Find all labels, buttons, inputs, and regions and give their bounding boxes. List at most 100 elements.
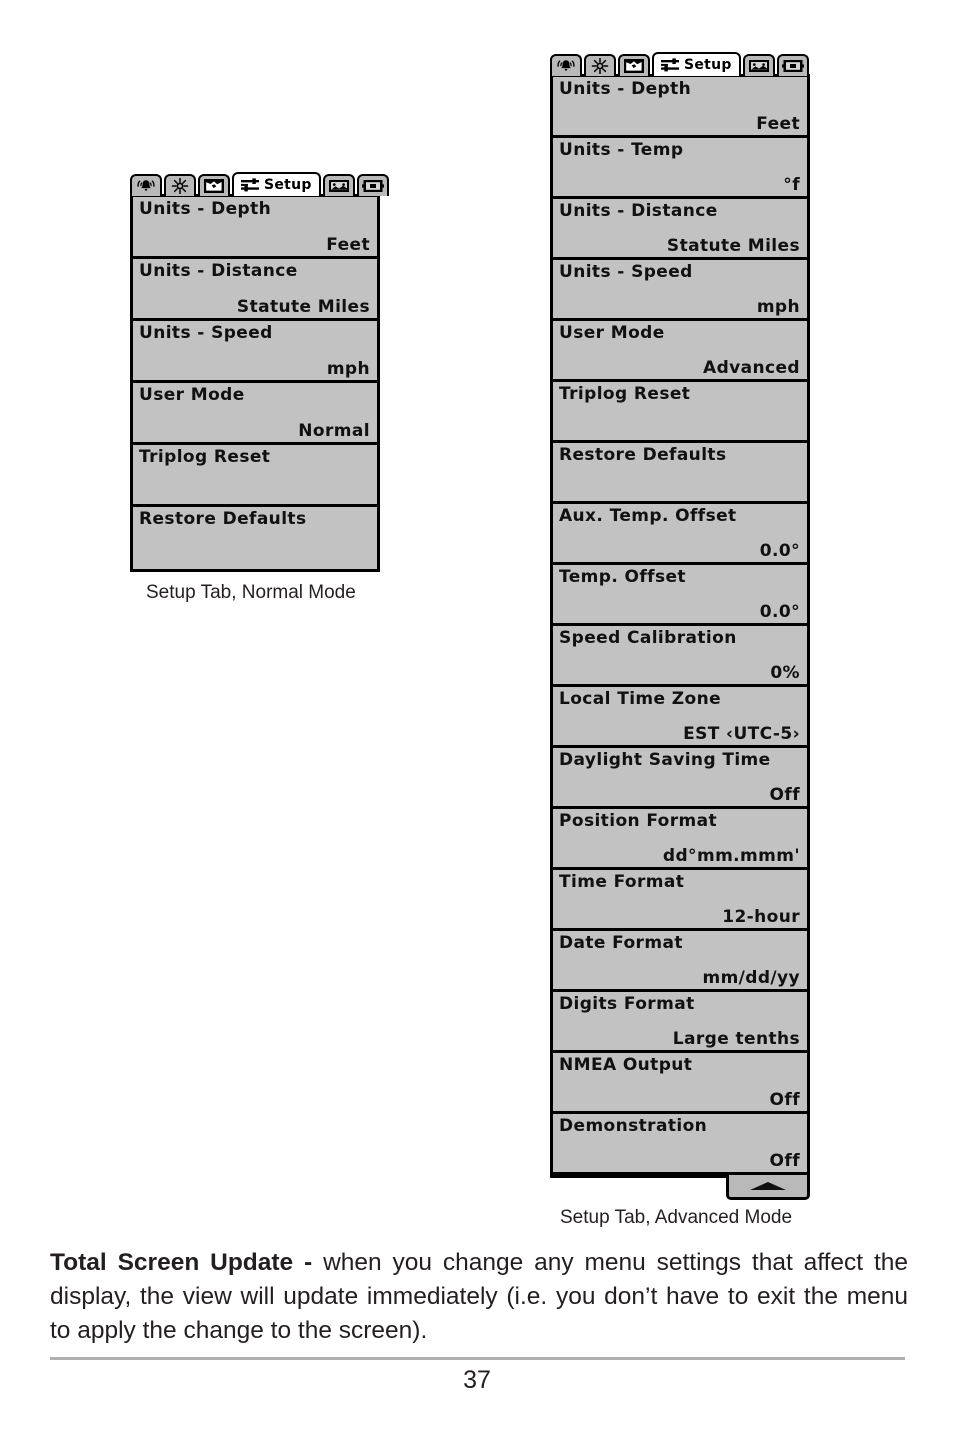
menu-row[interactable]: Date Format mm/dd/yy (553, 931, 807, 992)
tab-setup-sliders[interactable]: Setup (232, 172, 321, 196)
page-number: 37 (463, 1366, 491, 1394)
menu-screen-normal: Units - Depth Feet Units - Distance Statute… (130, 194, 380, 572)
tab-alarm-bell[interactable] (130, 174, 162, 196)
body-paragraph: Total Screen Update - when you change an… (50, 1246, 908, 1348)
menu-row-label: Restore Defaults (559, 445, 727, 465)
menu-row-value: Feet (326, 235, 370, 256)
menu-row[interactable]: Time Format 12-hour (553, 870, 807, 931)
menu-row-value: 12-hour (722, 907, 800, 928)
menu-row-value: Statute Miles (666, 236, 800, 257)
menu-row[interactable]: Units - Temp °f (553, 138, 807, 199)
menu-row[interactable]: NMEA Output Off (553, 1053, 807, 1114)
tab-alarm-bell[interactable] (550, 54, 582, 76)
menu-row[interactable]: Units - Distance Statute Miles (133, 259, 377, 321)
menu-row[interactable]: Units - Distance Statute Miles (553, 199, 807, 260)
menu-row-value: °f (783, 175, 800, 196)
menu-row-value: mph (756, 297, 800, 318)
menu-row-value: Normal (298, 421, 370, 442)
menu-row-label: Units - Depth (559, 79, 692, 99)
navigation-map-icon (623, 58, 645, 74)
menu-row-label: Demonstration (559, 1116, 708, 1136)
scroll-up-arrow-icon[interactable] (726, 1175, 810, 1200)
menu-row[interactable]: Position Format dd°mm.mmm' (553, 809, 807, 870)
menu-row-value: dd°mm.mmm' (662, 846, 800, 867)
menu-row-label: Units - Speed (139, 323, 273, 343)
accessories-box-icon (781, 58, 804, 74)
menu-row-label: User Mode (139, 385, 245, 405)
tab-views-chart[interactable] (322, 174, 355, 196)
menu-row-value: 0.0° (759, 602, 800, 623)
menu-row-label: Date Format (559, 933, 683, 953)
menu-screen-advanced: Units - Depth Feet Units - Temp °f Units - D… (550, 74, 810, 1200)
menu-row[interactable]: Temp. Offset 0.0° (553, 565, 807, 626)
menu-row-label: Digits Format (559, 994, 695, 1014)
menu-row-label: NMEA Output (559, 1055, 693, 1075)
menu-row-value: Off (769, 1151, 800, 1172)
menu-row[interactable]: Units - Speed mph (553, 260, 807, 321)
views-chart-icon (748, 58, 770, 74)
menu-row[interactable]: Daylight Saving Time Off (553, 748, 807, 809)
menu-row-label: Units - Speed (559, 262, 693, 282)
menu-row[interactable]: Triplog Reset (133, 445, 377, 507)
tab-navigation-map[interactable] (198, 174, 230, 196)
menu-row-label: Triplog Reset (139, 447, 271, 467)
menu-row[interactable]: Units - Depth Feet (553, 77, 807, 138)
alarm-bell-icon (135, 178, 157, 194)
menu-row-label: Local Time Zone (559, 689, 722, 709)
accessories-box-icon (361, 178, 384, 194)
menu-row[interactable]: User Mode Normal (133, 383, 377, 445)
menu-row-value: Advanced (703, 358, 800, 379)
menu-row-value: Off (769, 1090, 800, 1111)
tab-sonar-starburst[interactable] (584, 54, 616, 76)
caption-advanced-mode: Setup Tab, Advanced Mode (560, 1207, 793, 1228)
tab-accessories-box[interactable] (356, 174, 389, 196)
body-lead-in: Total Screen Update - (50, 1249, 324, 1276)
menu-row[interactable]: Digits Format Large tenths (553, 992, 807, 1053)
menu-row[interactable]: User Mode Advanced (553, 321, 807, 382)
menu-row[interactable]: Units - Depth Feet (133, 197, 377, 259)
menu-row-label: Time Format (559, 872, 685, 892)
menu-row-label: Units - Distance (559, 201, 718, 221)
tab-setup-sliders[interactable]: Setup (652, 52, 741, 76)
menu-row-label: Units - Distance (139, 261, 298, 281)
menu-row[interactable]: Restore Defaults (553, 443, 807, 504)
menu-row[interactable]: Units - Speed mph (133, 321, 377, 383)
sonar-starburst-icon (169, 178, 191, 194)
tab-accessories-box[interactable] (776, 54, 809, 76)
menu-row-value: 0% (770, 663, 800, 684)
menu-row-label: Triplog Reset (559, 384, 691, 404)
menu-row-label: Aux. Temp. Offset (559, 506, 737, 526)
menu-row[interactable]: Demonstration Off (553, 1114, 807, 1175)
footer-divider (50, 1357, 905, 1360)
tab-views-chart[interactable] (742, 54, 775, 76)
tab-navigation-map[interactable] (618, 54, 650, 76)
menu-row-value: 0.0° (759, 541, 800, 562)
setup-sliders-icon (659, 57, 681, 73)
tab-label: Setup (264, 177, 312, 193)
menu-row-value: mm/dd/yy (702, 968, 800, 989)
menu-row-label: Restore Defaults (139, 509, 307, 529)
tab-bar-normal[interactable]: Setup (130, 172, 389, 196)
menu-row[interactable]: Speed Calibration 0% (553, 626, 807, 687)
menu-row-value: mph (326, 359, 370, 380)
tab-label: Setup (684, 57, 732, 73)
setup-sliders-icon (239, 177, 261, 193)
menu-row-label: Position Format (559, 811, 718, 831)
menu-row-label: Units - Depth (139, 199, 272, 219)
tab-bar-advanced[interactable]: Setup (550, 52, 810, 76)
menu-row-label: Daylight Saving Time (559, 750, 771, 770)
menu-row-label: Units - Temp (559, 140, 684, 160)
menu-row-label: Speed Calibration (559, 628, 737, 648)
menu-row[interactable]: Local Time Zone EST ‹UTC-5› (553, 687, 807, 748)
menu-row[interactable]: Triplog Reset (553, 382, 807, 443)
tab-sonar-starburst[interactable] (164, 174, 196, 196)
sonar-starburst-icon (589, 58, 611, 74)
menu-row-value: Statute Miles (236, 297, 370, 318)
setup-menu-advanced-mode: Setup Units - Depth Feet Units - Temp °f Uni… (550, 52, 810, 1200)
menu-row[interactable]: Aux. Temp. Offset 0.0° (553, 504, 807, 565)
menu-row-label: User Mode (559, 323, 665, 343)
menu-row[interactable]: Restore Defaults (133, 507, 377, 569)
alarm-bell-icon (555, 58, 577, 74)
menu-row-value: Feet (756, 114, 800, 135)
navigation-map-icon (203, 178, 225, 194)
